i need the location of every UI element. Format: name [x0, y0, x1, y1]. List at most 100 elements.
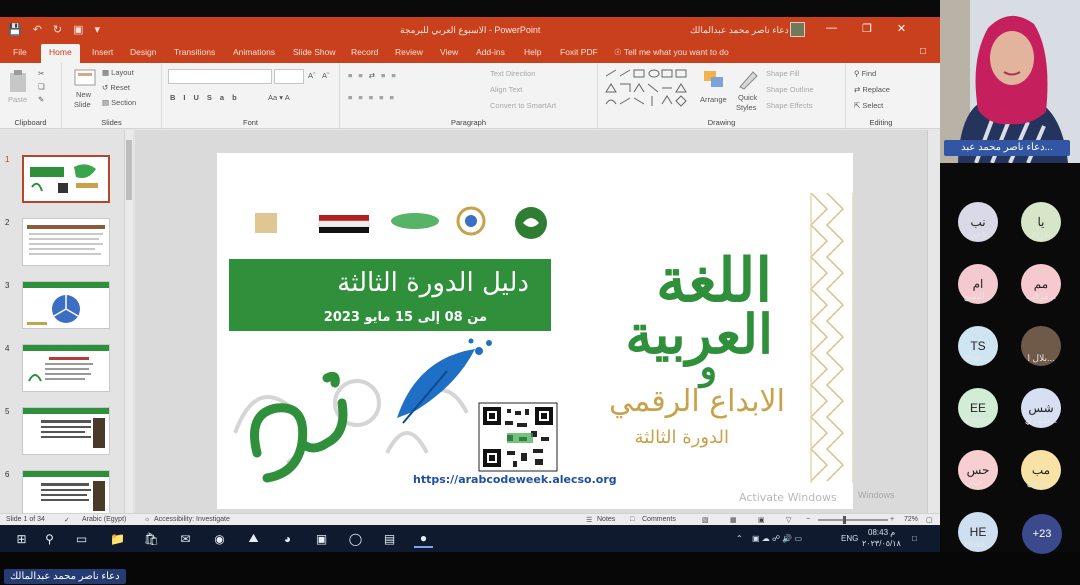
section-button[interactable]: ▤ Section [102, 98, 136, 107]
quick-styles-icon[interactable] [737, 69, 759, 91]
photos-icon[interactable]: ⛰ [244, 529, 263, 548]
close-icon[interactable]: ✕ [897, 22, 906, 35]
notifications-icon[interactable]: □ [912, 534, 917, 543]
save-icon[interactable]: 💾 [8, 23, 22, 36]
clock-date[interactable]: ٢٠٢٣/٠٥/١٨ [862, 539, 901, 548]
grow-font-icon[interactable]: Aˆ [308, 71, 316, 80]
tab-add-ins[interactable]: Add-ins [476, 47, 505, 57]
list-buttons[interactable]: ≡≡⇄≡≡ [348, 71, 402, 80]
more-participants-button[interactable]: +23 [1022, 514, 1062, 554]
tab-file[interactable]: File [13, 47, 27, 57]
search-icon[interactable]: ⚲ [40, 529, 59, 548]
shape-effects-button[interactable]: Shape Effects [766, 101, 813, 110]
slide-thumbnail-5[interactable] [22, 407, 110, 455]
tray-icons[interactable]: ▣ ☁ ☍ 🔊 ▭ [752, 534, 802, 543]
paste-icon[interactable] [8, 69, 28, 93]
slide-thumbnail-2[interactable] [22, 218, 110, 266]
font-name-select[interactable] [168, 69, 272, 84]
comments-button[interactable]: Comments [642, 516, 676, 523]
zoom-level[interactable]: 72% [904, 516, 918, 523]
arrange-icon[interactable] [702, 69, 726, 91]
zoom-out-icon[interactable]: − [806, 516, 810, 523]
editor-scrollbar[interactable] [927, 130, 940, 513]
firefox-icon[interactable]: ◉ [210, 529, 229, 548]
slide-thumbnail-4[interactable] [22, 344, 110, 392]
shape-fill-button[interactable]: Shape Fill [766, 69, 799, 78]
account-name[interactable]: دعاء ناصر محمد عبدالمالك [690, 25, 789, 36]
redo-icon[interactable]: ↻ [53, 23, 62, 36]
present-icon[interactable]: ▣ [73, 23, 83, 36]
teams-icon[interactable]: ▤ [380, 529, 399, 548]
convert-smartart-button[interactable]: Convert to SmartArt [490, 101, 556, 110]
fit-slide-icon[interactable]: ▢ [926, 516, 933, 524]
powerpoint-taskbar-icon[interactable]: ● [414, 529, 433, 548]
copy-icon[interactable]: ❏ [38, 82, 45, 91]
align-buttons[interactable]: ≡≡≡≡≡ [348, 93, 400, 102]
tab-home[interactable]: Home [41, 44, 80, 63]
font-format-buttons[interactable]: BIUSab [170, 93, 245, 102]
start-icon[interactable]: ⊞ [12, 529, 31, 548]
notes-button[interactable]: Notes [597, 516, 615, 523]
text-direction-button[interactable]: Text Direction [490, 69, 535, 78]
notes-icon[interactable]: ☰ [586, 516, 592, 524]
align-text-button[interactable]: Align Text [490, 85, 522, 94]
format-painter-icon[interactable]: ✎ [38, 95, 44, 104]
thumbnails-scrollbar[interactable] [124, 130, 133, 513]
accessibility-icon[interactable]: ☼ [144, 516, 150, 523]
find-button[interactable]: ⚲ Find [854, 69, 876, 78]
slideshow-view-icon[interactable]: ▽ [786, 516, 791, 524]
tab-transitions[interactable]: Transitions [174, 47, 215, 57]
slide-thumbnail-3[interactable] [22, 281, 110, 329]
tab-design[interactable]: Design [130, 47, 156, 57]
minimize-icon[interactable]: — [826, 22, 837, 35]
replace-button[interactable]: ⇄ Replace [854, 85, 890, 94]
zoom-slider[interactable] [818, 519, 888, 521]
tab-view[interactable]: View [440, 47, 458, 57]
slide-thumbnail-6[interactable] [22, 470, 110, 518]
restore-icon[interactable]: ❐ [862, 22, 872, 35]
task-view-icon[interactable]: ▭ [72, 529, 91, 548]
tell-me-search[interactable]: ☉ Tell me what you want to do [614, 47, 729, 58]
tab-slide-show[interactable]: Slide Show [293, 47, 336, 57]
scroll-thumb[interactable] [126, 140, 132, 200]
account-avatar[interactable] [790, 22, 805, 37]
comments-status-icon[interactable]: □ [630, 516, 634, 523]
tab-animations[interactable]: Animations [233, 47, 275, 57]
layout-button[interactable]: ▦ Layout [102, 68, 134, 77]
new-slide-icon[interactable] [74, 69, 96, 87]
zoom-app-icon[interactable]: ▣ [312, 529, 331, 548]
shrink-font-icon[interactable]: Aˇ [322, 71, 330, 80]
slide-sorter-icon[interactable]: ▦ [730, 516, 737, 524]
tab-record[interactable]: Record [351, 47, 378, 57]
font-size-select[interactable] [274, 69, 304, 84]
zoom-in-icon[interactable]: + [890, 516, 894, 523]
tab-foxit-pdf[interactable]: Foxit PDF [560, 47, 598, 57]
slide-thumbnail-1[interactable] [22, 155, 110, 203]
zoom-slider-thumb[interactable] [843, 516, 846, 524]
reset-button[interactable]: ↺ Reset [102, 83, 130, 92]
shapes-gallery[interactable] [604, 68, 694, 108]
store-icon[interactable]: 🛍 [142, 529, 161, 548]
reading-view-icon[interactable]: ▣ [758, 516, 765, 524]
tray-overflow-icon[interactable]: ⌃ [736, 534, 743, 543]
speaker-video[interactable] [940, 0, 1080, 163]
font-color-icon[interactable]: Aa ▾ A [268, 93, 290, 102]
current-slide[interactable]: دليل الدورة الثالثة من 08 إلى 15 مايو 20… [217, 153, 853, 509]
tab-insert[interactable]: Insert [92, 47, 113, 57]
chrome-icon[interactable]: ◯ [346, 529, 365, 548]
accessibility-status[interactable]: Accessibility: Investigate [154, 516, 230, 523]
clock-time[interactable]: 08:43 م [868, 528, 895, 537]
customize-icon[interactable]: ▾ [95, 23, 101, 36]
mail-icon[interactable]: ✉ [176, 529, 195, 548]
spellcheck-icon[interactable]: ✓ [64, 516, 70, 524]
file-explorer-icon[interactable]: 📁 [108, 529, 127, 548]
language-indicator[interactable]: Arabic (Egypt) [82, 516, 126, 523]
undo-icon[interactable]: ↶ [33, 23, 42, 36]
select-button[interactable]: ⇱ Select [854, 101, 883, 110]
tab-review[interactable]: Review [395, 47, 423, 57]
edge-icon[interactable]: ◕ [278, 529, 297, 548]
shape-outline-button[interactable]: Shape Outline [766, 85, 814, 94]
cut-icon[interactable]: ✂ [38, 69, 44, 78]
comments-icon[interactable]: □ [920, 46, 926, 57]
tab-help[interactable]: Help [524, 47, 541, 57]
